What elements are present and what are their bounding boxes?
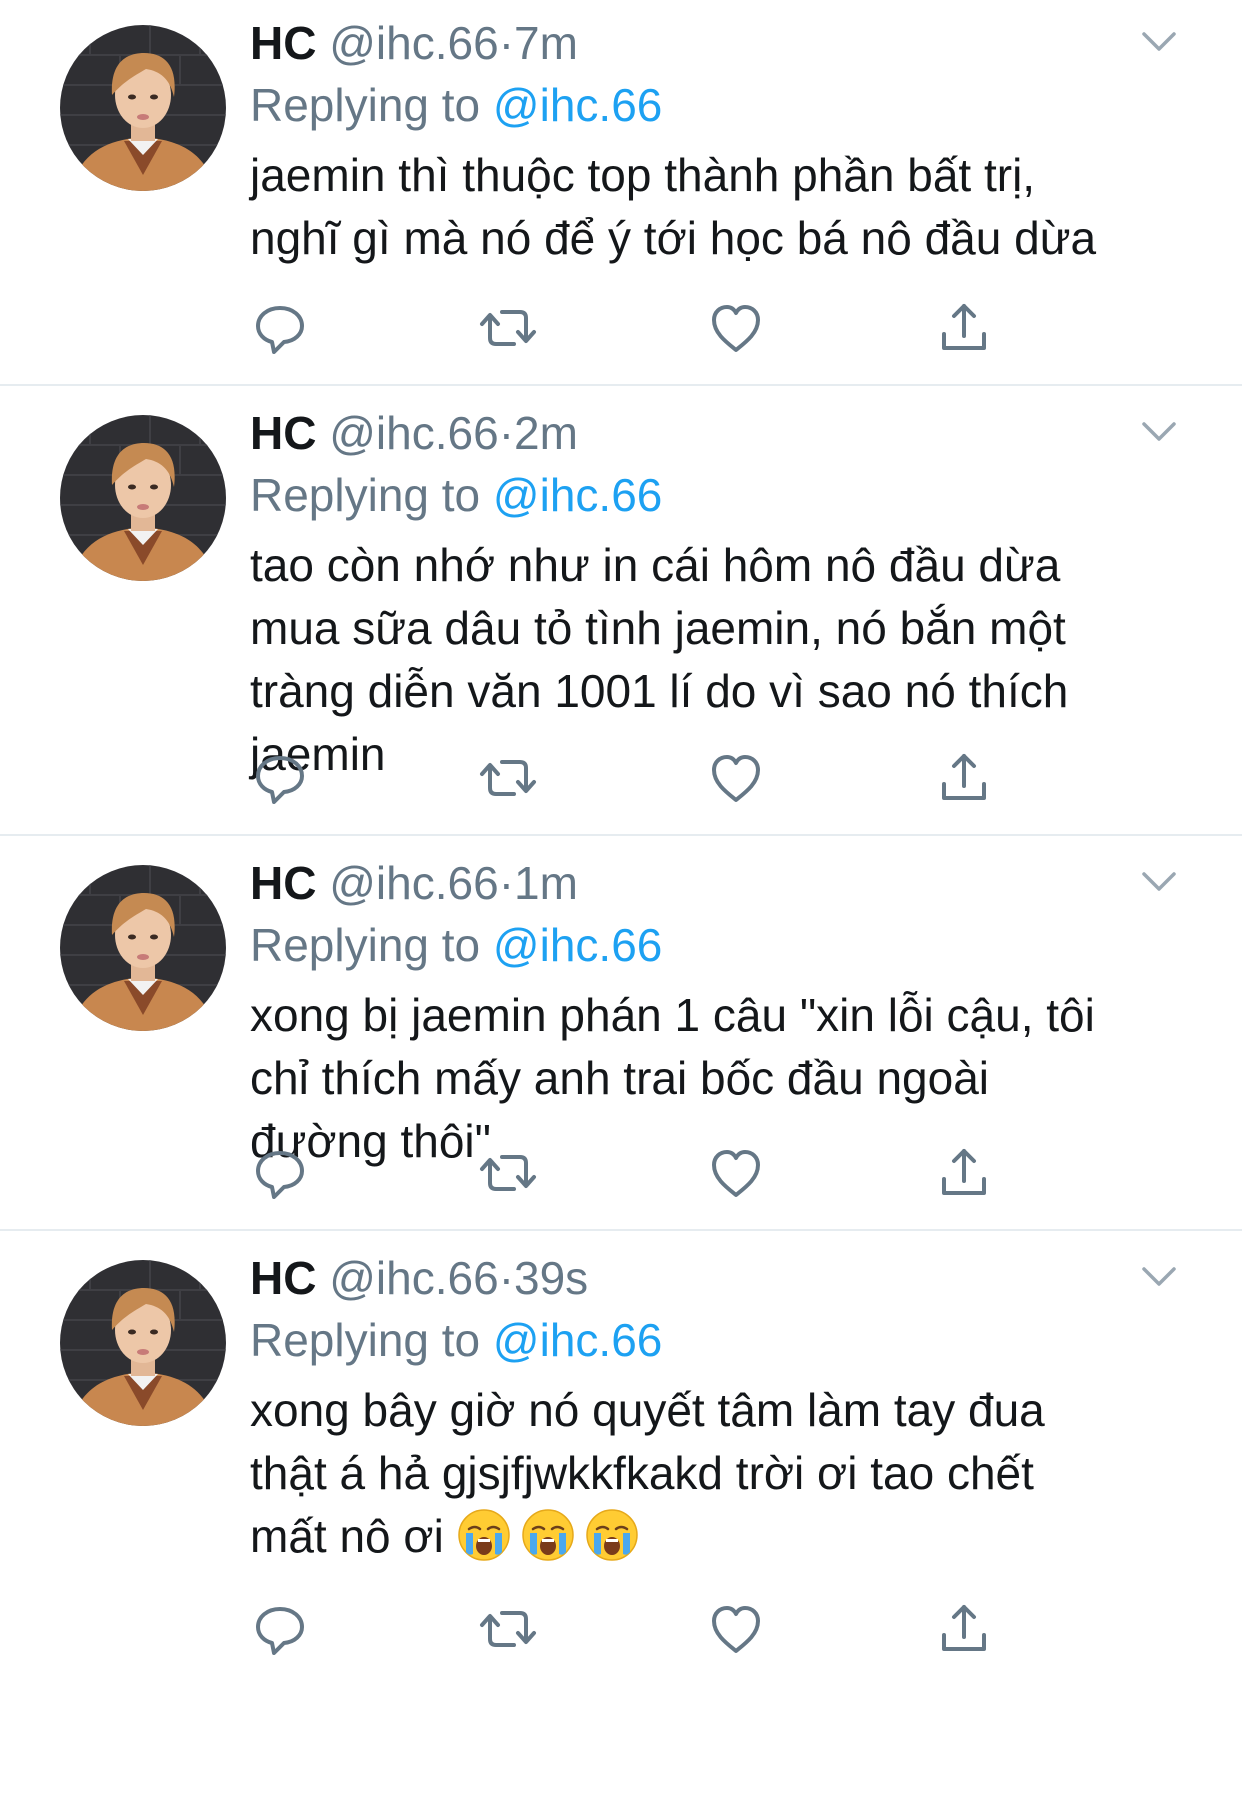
tweet-text-line: mua sữa dâu tỏ tình jaemin, nó bắn một <box>250 602 1066 654</box>
replying-to: Replying to @ihc.66 <box>250 74 662 136</box>
tweet-actions <box>250 748 1050 808</box>
avatar[interactable] <box>60 415 226 581</box>
replying-mention-link[interactable]: @ihc.66 <box>493 1314 662 1366</box>
replying-to: Replying to @ihc.66 <box>250 1309 662 1371</box>
like-heart-icon[interactable] <box>706 1143 766 1203</box>
user-handle[interactable]: @ihc.66 <box>329 1252 498 1304</box>
like-heart-icon[interactable] <box>706 298 766 358</box>
separator-dot: · <box>498 1252 515 1304</box>
tweet-text-line: tràng diễn văn 1001 lí do vì sao nó thíc… <box>250 665 1069 717</box>
user-handle[interactable]: @ihc.66 <box>329 17 498 69</box>
chevron-down-icon[interactable] <box>1136 408 1182 454</box>
reply-icon[interactable] <box>250 1143 310 1203</box>
separator-dot: · <box>498 407 515 459</box>
share-icon[interactable] <box>934 1599 994 1659</box>
tweet-text-line: tao còn nhớ như in cái hôm nô đầu dừa <box>250 539 1061 591</box>
display-name[interactable]: HC <box>250 857 316 909</box>
replying-prefix: Replying to <box>250 919 481 971</box>
display-name[interactable]: HC <box>250 1252 316 1304</box>
timestamp[interactable]: 2m <box>514 407 578 459</box>
replying-prefix: Replying to <box>250 1314 481 1366</box>
tweet-actions <box>250 1599 1050 1659</box>
tweet-text-line: xong bây giờ nó quyết tâm làm tay đua <box>250 1384 1045 1436</box>
reply-icon[interactable] <box>250 298 310 358</box>
retweet-icon[interactable] <box>478 748 538 808</box>
tweet-text: xong bây giờ nó quyết tâm làm tay đua thậ… <box>250 1379 1170 1568</box>
loudly-crying-face-emoji-icon <box>585 1508 639 1562</box>
user-handle[interactable]: @ihc.66 <box>329 857 498 909</box>
replying-mention-link[interactable]: @ihc.66 <box>493 79 662 131</box>
tweet-text-line: mất nô ơi <box>250 1505 1170 1568</box>
replying-mention-link[interactable]: @ihc.66 <box>493 919 662 971</box>
avatar[interactable] <box>60 25 226 191</box>
share-icon[interactable] <box>934 1143 994 1203</box>
chevron-down-icon[interactable] <box>1136 18 1182 64</box>
avatar[interactable] <box>60 865 226 1031</box>
user-handle[interactable]: @ihc.66 <box>329 407 498 459</box>
chevron-down-icon[interactable] <box>1136 1253 1182 1299</box>
retweet-icon[interactable] <box>478 1599 538 1659</box>
tweet-header: HC @ihc.66·2m <box>250 402 578 464</box>
tweet[interactable]: HC @ihc.66·2m Replying to @ihc.66 tao còn … <box>0 386 1242 836</box>
separator-dot: · <box>498 857 515 909</box>
tweet-text-line: xong bị jaemin phán 1 câu "xin lỗi cậu, … <box>250 989 1095 1041</box>
tweet[interactable]: HC @ihc.66·1m Replying to @ihc.66 xong bị … <box>0 836 1242 1231</box>
tweet-actions <box>250 298 1050 358</box>
share-icon[interactable] <box>934 298 994 358</box>
tweet-text-line: chỉ thích mấy anh trai bốc đầu ngoài <box>250 1052 990 1104</box>
tweet-header: HC @ihc.66·39s <box>250 1247 588 1309</box>
timestamp[interactable]: 1m <box>514 857 578 909</box>
tweet[interactable]: HC @ihc.66·7m Replying to @ihc.66 jaemin t… <box>0 0 1242 386</box>
replying-prefix: Replying to <box>250 469 481 521</box>
like-heart-icon[interactable] <box>706 748 766 808</box>
avatar[interactable] <box>60 1260 226 1426</box>
replying-to: Replying to @ihc.66 <box>250 464 662 526</box>
replying-mention-link[interactable]: @ihc.66 <box>493 469 662 521</box>
tweet-feed: HC @ihc.66·7m Replying to @ihc.66 jaemin t… <box>0 0 1242 1687</box>
like-heart-icon[interactable] <box>706 1599 766 1659</box>
timestamp[interactable]: 7m <box>514 17 578 69</box>
tweet-header: HC @ihc.66·7m <box>250 12 578 74</box>
tweet-header: HC @ihc.66·1m <box>250 852 578 914</box>
tweet-text-fragment: mất nô ơi <box>250 1510 444 1562</box>
tweet-text-line: thật á hả gjsjfjwkkfkakd trời ơi tao chế… <box>250 1447 1034 1499</box>
retweet-icon[interactable] <box>478 1143 538 1203</box>
tweet-text-line: jaemin thì thuộc top thành phần bất trị, <box>250 149 1036 201</box>
tweet-actions <box>250 1143 1050 1203</box>
reply-icon[interactable] <box>250 1599 310 1659</box>
timestamp[interactable]: 39s <box>514 1252 588 1304</box>
tweet-text-line: nghĩ gì mà nó để ý tới học bá nô đầu dừa <box>250 212 1097 264</box>
loudly-crying-face-emoji-icon <box>521 1508 575 1562</box>
separator-dot: · <box>498 17 515 69</box>
display-name[interactable]: HC <box>250 407 316 459</box>
tweet-text: jaemin thì thuộc top thành phần bất trị,… <box>250 144 1170 270</box>
tweet[interactable]: HC @ihc.66·39s Replying to @ihc.66 xong bâ… <box>0 1231 1242 1687</box>
replying-prefix: Replying to <box>250 79 481 131</box>
display-name[interactable]: HC <box>250 17 316 69</box>
reply-icon[interactable] <box>250 748 310 808</box>
share-icon[interactable] <box>934 748 994 808</box>
loudly-crying-face-emoji-icon <box>457 1508 511 1562</box>
retweet-icon[interactable] <box>478 298 538 358</box>
replying-to: Replying to @ihc.66 <box>250 914 662 976</box>
chevron-down-icon[interactable] <box>1136 858 1182 904</box>
